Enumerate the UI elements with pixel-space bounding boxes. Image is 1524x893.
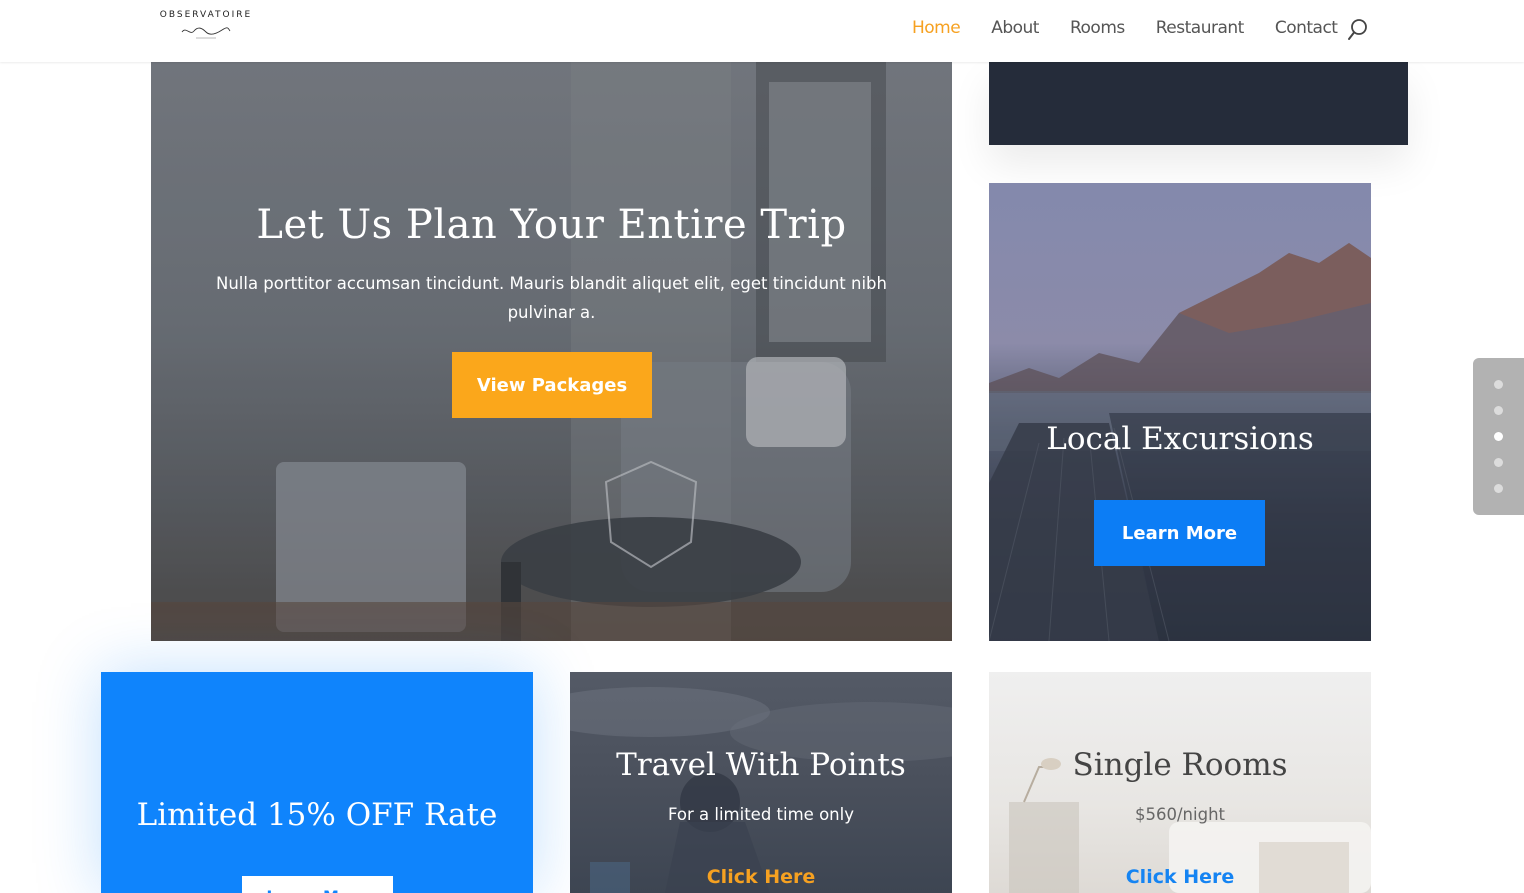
dot-nav-item-3[interactable] bbox=[1494, 432, 1503, 441]
hero-card: Let Us Plan Your Entire Trip Nulla portt… bbox=[151, 62, 952, 641]
dot-nav-item-4[interactable] bbox=[1494, 458, 1503, 467]
mountain-lake-photo bbox=[989, 183, 1371, 641]
points-card: Travel With Points For a limited time on… bbox=[570, 672, 952, 893]
nav-about[interactable]: About bbox=[991, 18, 1039, 38]
learn-more-button[interactable]: Learn More bbox=[1094, 500, 1265, 566]
page: OBSERVATOIRE Home About Rooms Restaurant… bbox=[0, 0, 1524, 893]
excursions-card: Local Excursions Learn More bbox=[989, 183, 1371, 641]
dot-nav-item-1[interactable] bbox=[1494, 380, 1503, 389]
dot-nav-item-2[interactable] bbox=[1494, 406, 1503, 415]
excursions-title: Local Excursions bbox=[1046, 421, 1314, 457]
dark-panel bbox=[989, 62, 1408, 145]
logo-text: OBSERVATOIRE bbox=[159, 10, 253, 20]
dot-nav-item-5[interactable] bbox=[1494, 484, 1503, 493]
nav-restaurant[interactable]: Restaurant bbox=[1156, 18, 1245, 38]
logo-script-icon bbox=[181, 27, 231, 39]
site-logo[interactable]: OBSERVATOIRE bbox=[156, 10, 256, 46]
single-rooms-title: Single Rooms bbox=[1072, 747, 1288, 783]
single-rooms-card: Single Rooms $560/night Click Here bbox=[989, 672, 1371, 893]
search-icon[interactable] bbox=[1347, 18, 1369, 42]
single-rooms-click-here-link[interactable]: Click Here bbox=[989, 866, 1371, 888]
offer-learn-more-button[interactable]: Learn More bbox=[242, 876, 393, 893]
single-rooms-price: $560/night bbox=[1135, 805, 1225, 824]
hero-text: Nulla porttitor accumsan tincidunt. Maur… bbox=[215, 274, 887, 322]
points-title: Travel With Points bbox=[616, 747, 906, 783]
view-packages-button[interactable]: View Packages bbox=[452, 352, 652, 418]
nav-rooms[interactable]: Rooms bbox=[1070, 18, 1125, 38]
offer-title: Limited 15% OFF Rate bbox=[136, 797, 498, 833]
offer-card: Limited 15% OFF Rate Learn More bbox=[101, 672, 533, 893]
main-nav: Home About Rooms Restaurant Contact bbox=[912, 18, 1368, 38]
nav-contact[interactable]: Contact bbox=[1275, 18, 1338, 38]
hero-title: Let Us Plan Your Entire Trip bbox=[256, 202, 847, 248]
section-dot-nav bbox=[1473, 358, 1524, 515]
points-text: For a limited time only bbox=[668, 805, 854, 824]
site-header: OBSERVATOIRE Home About Rooms Restaurant… bbox=[0, 0, 1524, 62]
nav-home[interactable]: Home bbox=[912, 18, 961, 38]
points-click-here-link[interactable]: Click Here bbox=[570, 866, 952, 888]
